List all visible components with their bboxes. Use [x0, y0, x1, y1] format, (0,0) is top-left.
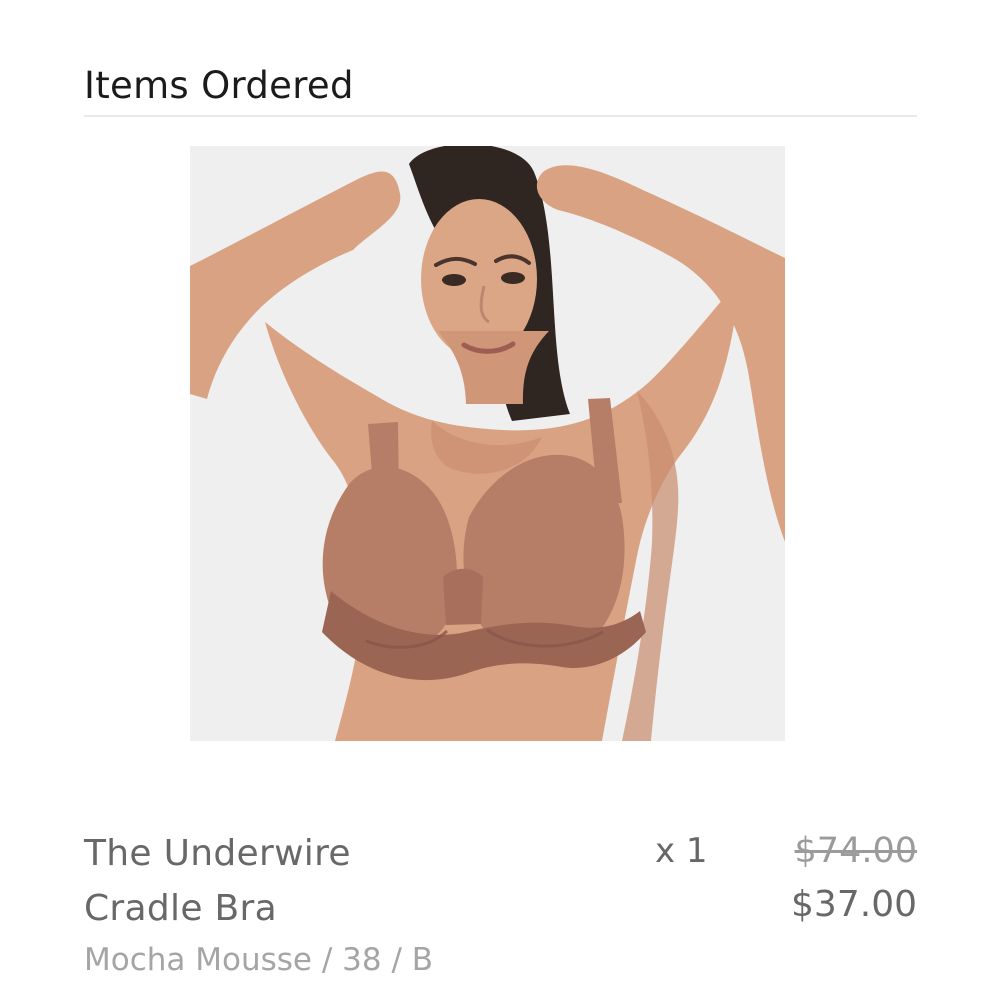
original-price: $74.00: [794, 831, 917, 871]
product-image: [190, 146, 785, 741]
model-eye-left: [442, 274, 466, 286]
sale-price: $37.00: [791, 884, 917, 925]
section-title: Items Ordered: [84, 64, 354, 107]
model-eye-right: [501, 272, 525, 284]
section-divider: [84, 115, 917, 117]
product-quantity: x 1: [655, 831, 708, 871]
bra-center-gore: [443, 568, 483, 625]
product-name[interactable]: The Underwire Cradle Bra: [84, 826, 414, 936]
product-photo-illustration: [190, 146, 785, 741]
order-items-page: Items Ordered The Underwire Cradle Bra M…: [0, 0, 1000, 1000]
product-variant: Mocha Mousse / 38 / B: [84, 942, 434, 978]
